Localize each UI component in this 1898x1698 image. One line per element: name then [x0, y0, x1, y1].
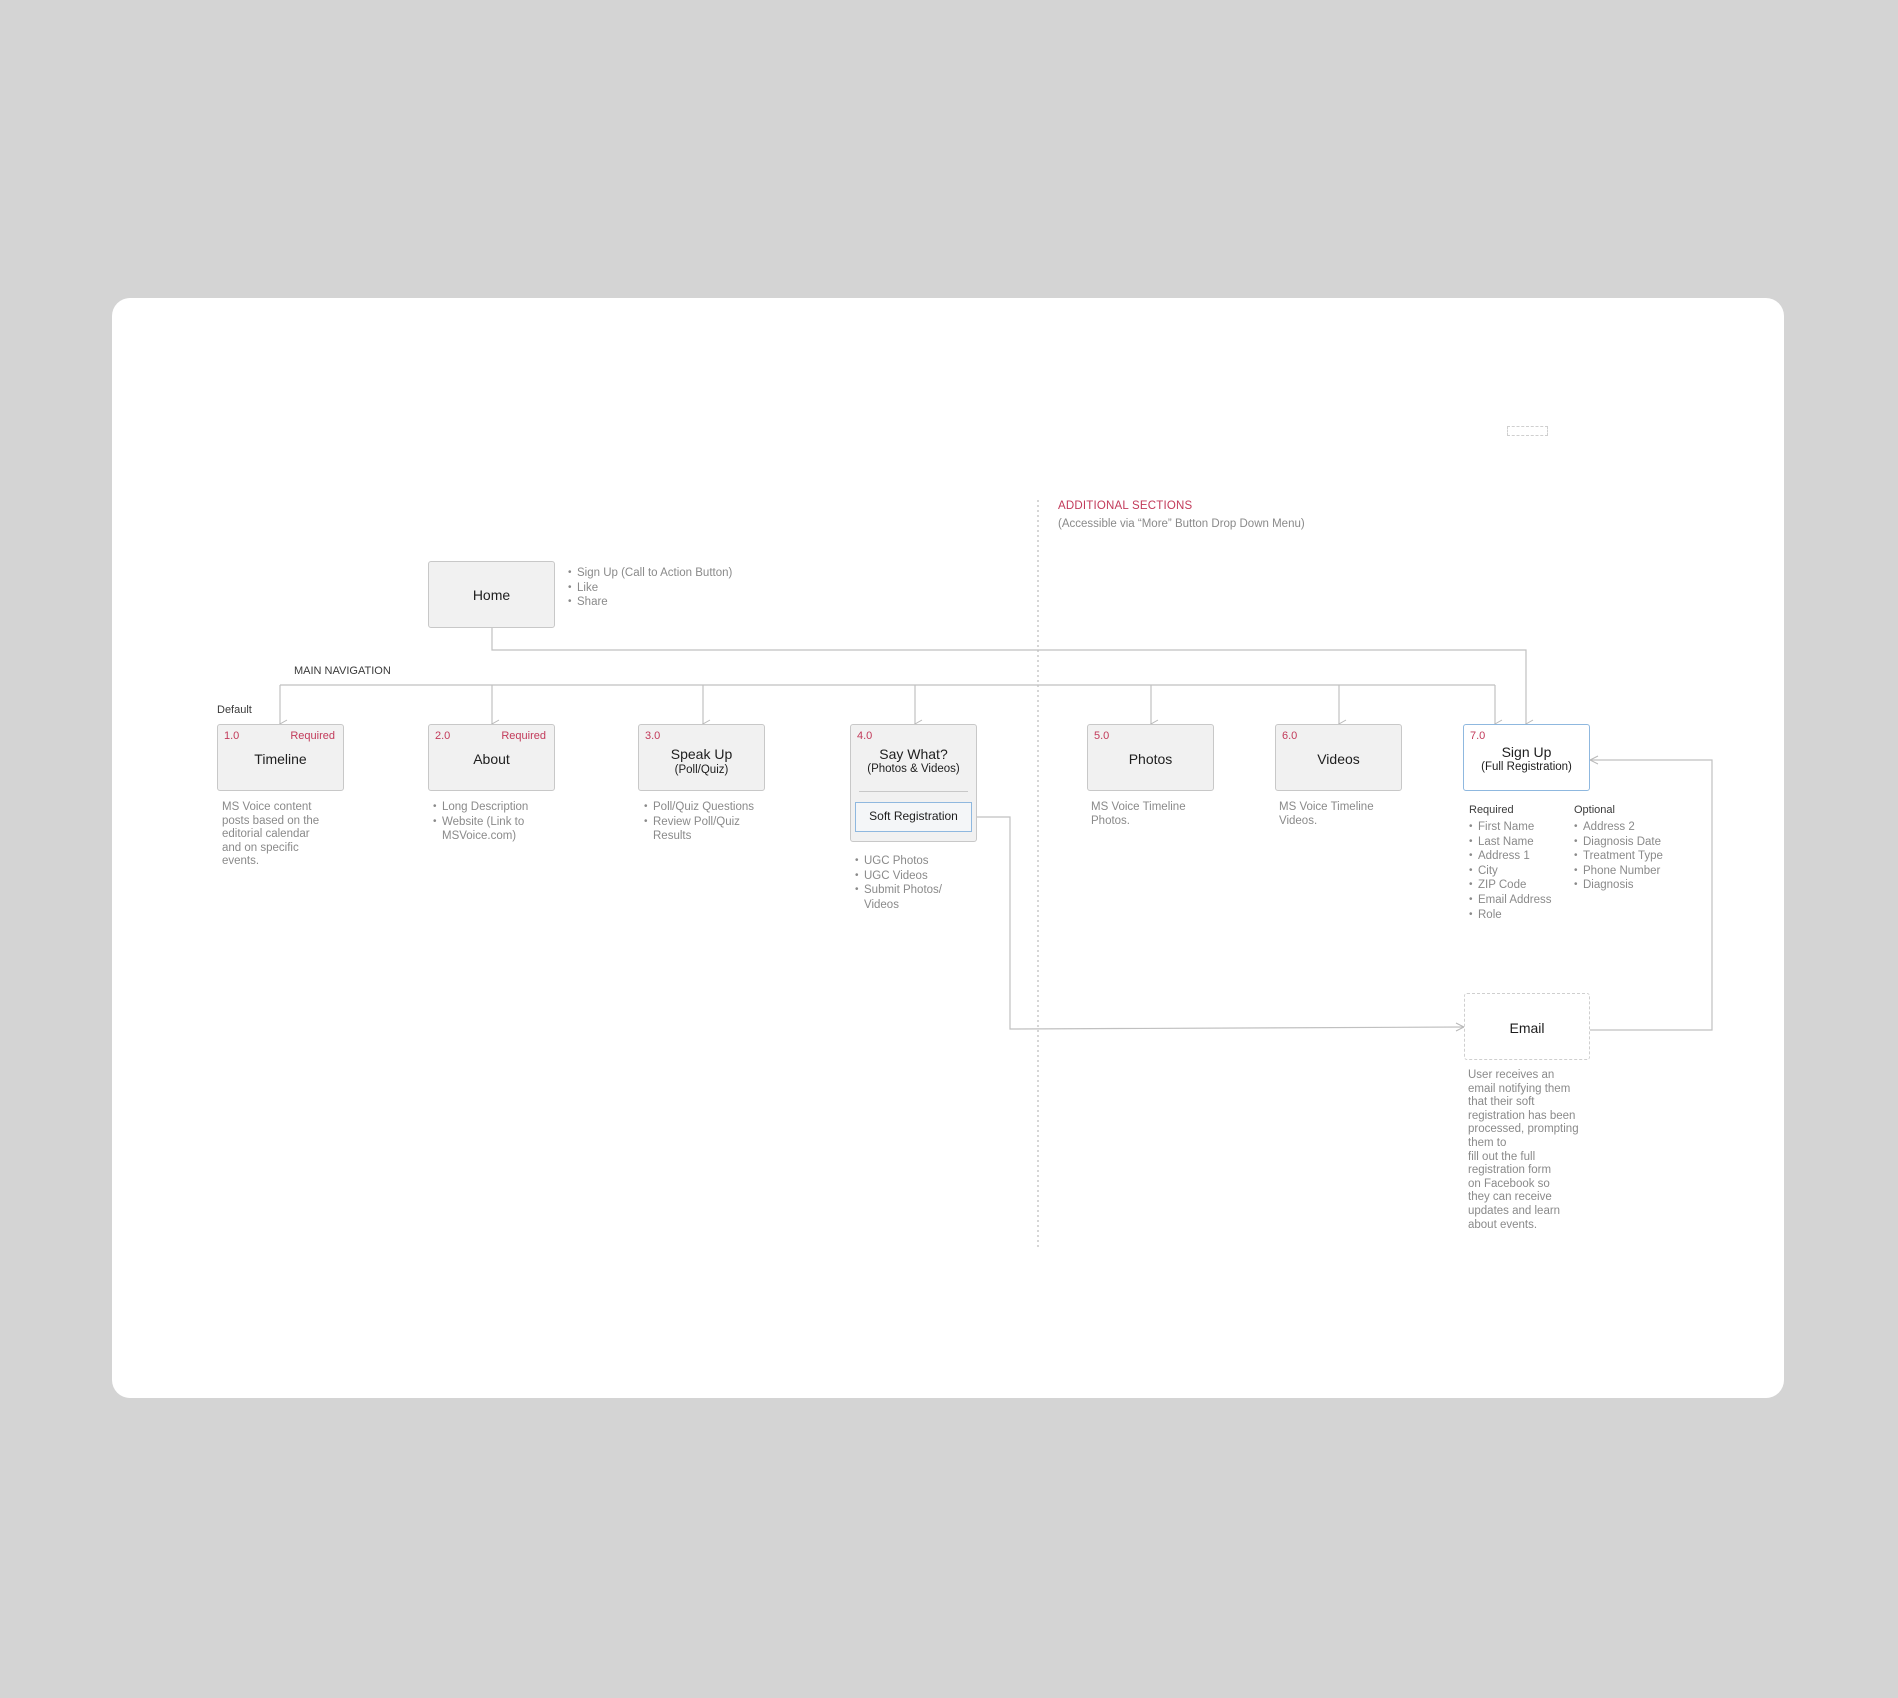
node-divider	[859, 791, 968, 792]
speak-up-features-list: Poll/Quiz Questions Review Poll/Quiz Res…	[644, 800, 769, 844]
email-node[interactable]: Email	[1464, 993, 1590, 1060]
photos-note: MS Voice Timeline Photos.	[1091, 801, 1186, 827]
list-item: Poll/Quiz Questions	[644, 800, 769, 815]
list-item: First Name	[1469, 820, 1552, 835]
sign-up-node[interactable]: 7.0 Sign Up (Full Registration)	[1463, 724, 1590, 791]
node-number: 1.0	[224, 730, 240, 742]
about-node[interactable]: 2.0 Required About	[428, 724, 555, 791]
list-item: Sign Up (Call to Action Button)	[568, 566, 732, 581]
list-item: Website (Link to MSVoice.com)	[433, 815, 548, 844]
videos-node[interactable]: 6.0 Videos	[1275, 724, 1402, 791]
default-label: Default	[217, 704, 252, 716]
list-item: Submit Photos/ Videos	[855, 883, 960, 912]
list-item: UGC Photos	[855, 854, 960, 869]
required-badge: Required	[290, 730, 335, 742]
node-title: Say What?	[879, 746, 948, 762]
list-item: Diagnosis Date	[1574, 835, 1663, 850]
list-item: Review Poll/Quiz Results	[644, 815, 769, 844]
additional-sections-title: ADDITIONAL SECTIONS	[1058, 500, 1193, 512]
node-subtitle: (Full Registration)	[1481, 761, 1572, 773]
photos-node[interactable]: 5.0 Photos	[1087, 724, 1214, 791]
main-navigation-label: MAIN NAVIGATION	[294, 665, 391, 677]
list-item: Like	[568, 581, 732, 596]
home-title: Home	[472, 587, 511, 603]
node-subtitle: (Photos & Videos)	[867, 763, 960, 775]
node-number: 6.0	[1282, 730, 1298, 742]
list-item: Treatment Type	[1574, 849, 1663, 864]
node-title: Sign Up	[1501, 744, 1552, 760]
node-title: Speak Up	[670, 746, 733, 762]
node-title: Videos	[1317, 751, 1360, 767]
say-what-features-list: UGC Photos UGC Videos Submit Photos/ Vid…	[855, 854, 960, 912]
list-item: Phone Number	[1574, 864, 1663, 879]
list-item: Address 2	[1574, 820, 1663, 835]
speak-up-node[interactable]: 3.0 Speak Up (Poll/Quiz)	[638, 724, 765, 791]
list-item: Last Name	[1469, 835, 1552, 850]
home-features-list: Sign Up (Call to Action Button) Like Sha…	[568, 566, 732, 610]
soft-registration-button[interactable]: Soft Registration	[855, 802, 972, 832]
additional-sections-subtitle: (Accessible via “More” Button Drop Down …	[1058, 518, 1305, 530]
say-what-node[interactable]: 4.0 Say What? (Photos & Videos) Soft Reg…	[850, 724, 977, 842]
list-item: UGC Videos	[855, 869, 960, 884]
required-fields-list: First Name Last Name Address 1 City ZIP …	[1469, 820, 1552, 922]
home-node[interactable]: Home	[428, 561, 555, 628]
list-item: Email Address	[1469, 893, 1552, 908]
list-item: City	[1469, 864, 1552, 879]
node-subtitle: (Poll/Quiz)	[674, 764, 729, 776]
optional-fields-list: Address 2 Diagnosis Date Treatment Type …	[1574, 820, 1663, 893]
node-number: 4.0	[857, 730, 873, 742]
about-features-list: Long Description Website (Link to MSVoic…	[433, 800, 548, 844]
list-item: Long Description	[433, 800, 548, 815]
node-number: 5.0	[1094, 730, 1110, 742]
list-item: Role	[1469, 908, 1552, 923]
node-number: 7.0	[1470, 730, 1486, 742]
list-item: Share	[568, 595, 732, 610]
placeholder-frame	[1507, 426, 1548, 436]
node-number: 3.0	[645, 730, 661, 742]
list-item: ZIP Code	[1469, 878, 1552, 893]
required-fields-heading: Required	[1469, 804, 1514, 816]
node-title: Timeline	[254, 751, 307, 767]
timeline-node[interactable]: 1.0 Required Timeline	[217, 724, 344, 791]
required-badge: Required	[501, 730, 546, 742]
optional-fields-heading: Optional	[1574, 804, 1615, 816]
node-title: Email	[1509, 1020, 1545, 1036]
list-item: Address 1	[1469, 849, 1552, 864]
list-item: Diagnosis	[1574, 878, 1663, 893]
node-number: 2.0	[435, 730, 451, 742]
videos-note: MS Voice Timeline Videos.	[1279, 801, 1374, 827]
email-note: User receives an email notifying them th…	[1468, 1069, 1579, 1231]
node-title: Photos	[1128, 751, 1173, 767]
timeline-note: MS Voice content posts based on the edit…	[222, 801, 320, 868]
node-title: About	[473, 751, 510, 767]
